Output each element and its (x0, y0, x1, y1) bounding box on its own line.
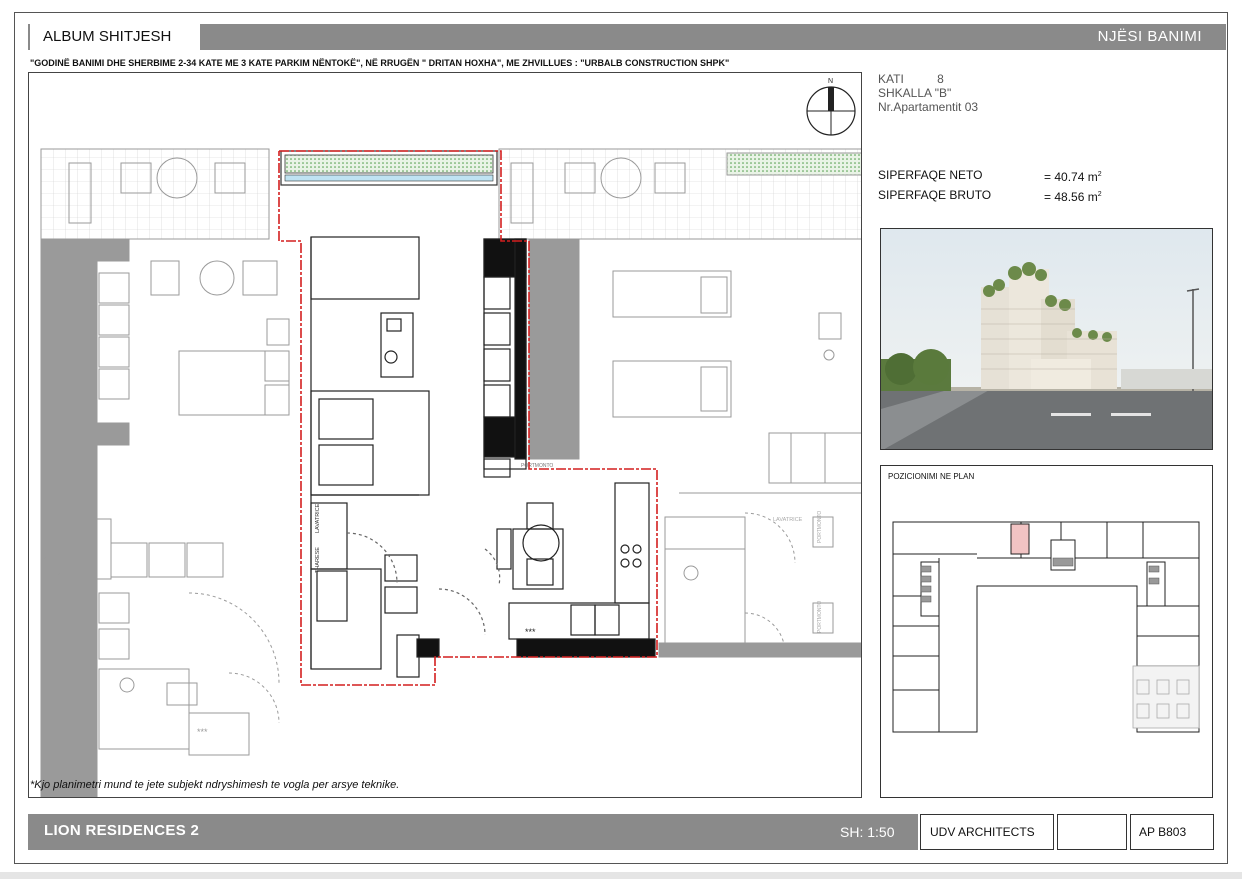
stars-label-1: *** (197, 727, 208, 737)
building-rendering-image (880, 228, 1213, 450)
net-area-label: SIPERFAQE NETO (878, 168, 983, 182)
floor-value: 8 (937, 72, 944, 86)
unit-highlight (1010, 523, 1030, 555)
lavatrice-left-label: LAVATRICE (315, 503, 321, 533)
disclaimer-note: *Kjo planimetri mund te jete subjekt ndr… (30, 779, 400, 791)
building-rendering-drawing (881, 229, 1212, 449)
subject-unit-plan (310, 236, 656, 678)
unit-info: KATI 8 SHKALLA "B" Nr.Apartamentit 03 (878, 72, 978, 114)
balcony (280, 150, 498, 186)
floor-plan-drawing: N *** LAVATRICE PORTMONTO PORTMONTO LAVA… (40, 78, 861, 797)
location-plan: POZICIONIMI NE PLAN (880, 465, 1213, 798)
location-plan-title: POZICIONIMI NE PLAN (888, 472, 975, 481)
drawing-scale: SH: 1:50 (840, 824, 895, 840)
page-shadow (0, 872, 1242, 879)
apartment-number: Nr.Apartamentit 03 (878, 100, 979, 114)
net-area-unit-sup: 2 (1097, 171, 1102, 178)
gross-area-label: SIPERFAQE BRUTO (878, 188, 992, 202)
blank-title-cell (1057, 814, 1127, 850)
gross-area-unit-sup: 2 (1097, 191, 1102, 198)
north-arrow-icon: N (806, 78, 856, 136)
portmonto-label-2: PORTMONTO (817, 511, 823, 543)
stars-label-2: *** (525, 627, 536, 637)
tharese-label: THARESE (315, 547, 321, 573)
portmonto-label-3: PORTMONTO (817, 601, 823, 633)
album-title: ALBUM SHITJESH (30, 24, 200, 50)
architect-name: UDV ARCHITECTS (920, 814, 1054, 850)
portmonto-label-1: PORTMONTO (521, 463, 553, 469)
floor-plan: N *** LAVATRICE PORTMONTO PORTMONTO LAVA… (28, 72, 862, 798)
neighbor-unit-left (40, 148, 290, 797)
floor-label: KATI (878, 72, 904, 86)
unit-title: NJËSI BANIMI (1097, 28, 1202, 45)
stair-label: SHKALLA "B" (878, 86, 952, 100)
lavatrice-right-label: LAVATRICE (773, 517, 803, 523)
header-bar (28, 24, 1226, 50)
compass-label: N (828, 78, 833, 85)
apartment-code: AP B803 (1130, 814, 1214, 850)
area-table: SIPERFAQE NETO = 40.74 m2 SIPERFAQE BRUT… (878, 166, 1138, 206)
project-subtitle: "GODINË BANIMI DHE SHERBIME 2-34 KATE ME… (30, 58, 730, 68)
project-name: LION RESIDENCES 2 (44, 822, 200, 839)
gross-area-value: = 48.56 m (1044, 190, 1098, 204)
net-area-value: = 40.74 m (1044, 170, 1098, 184)
location-plan-drawing (892, 521, 1200, 733)
